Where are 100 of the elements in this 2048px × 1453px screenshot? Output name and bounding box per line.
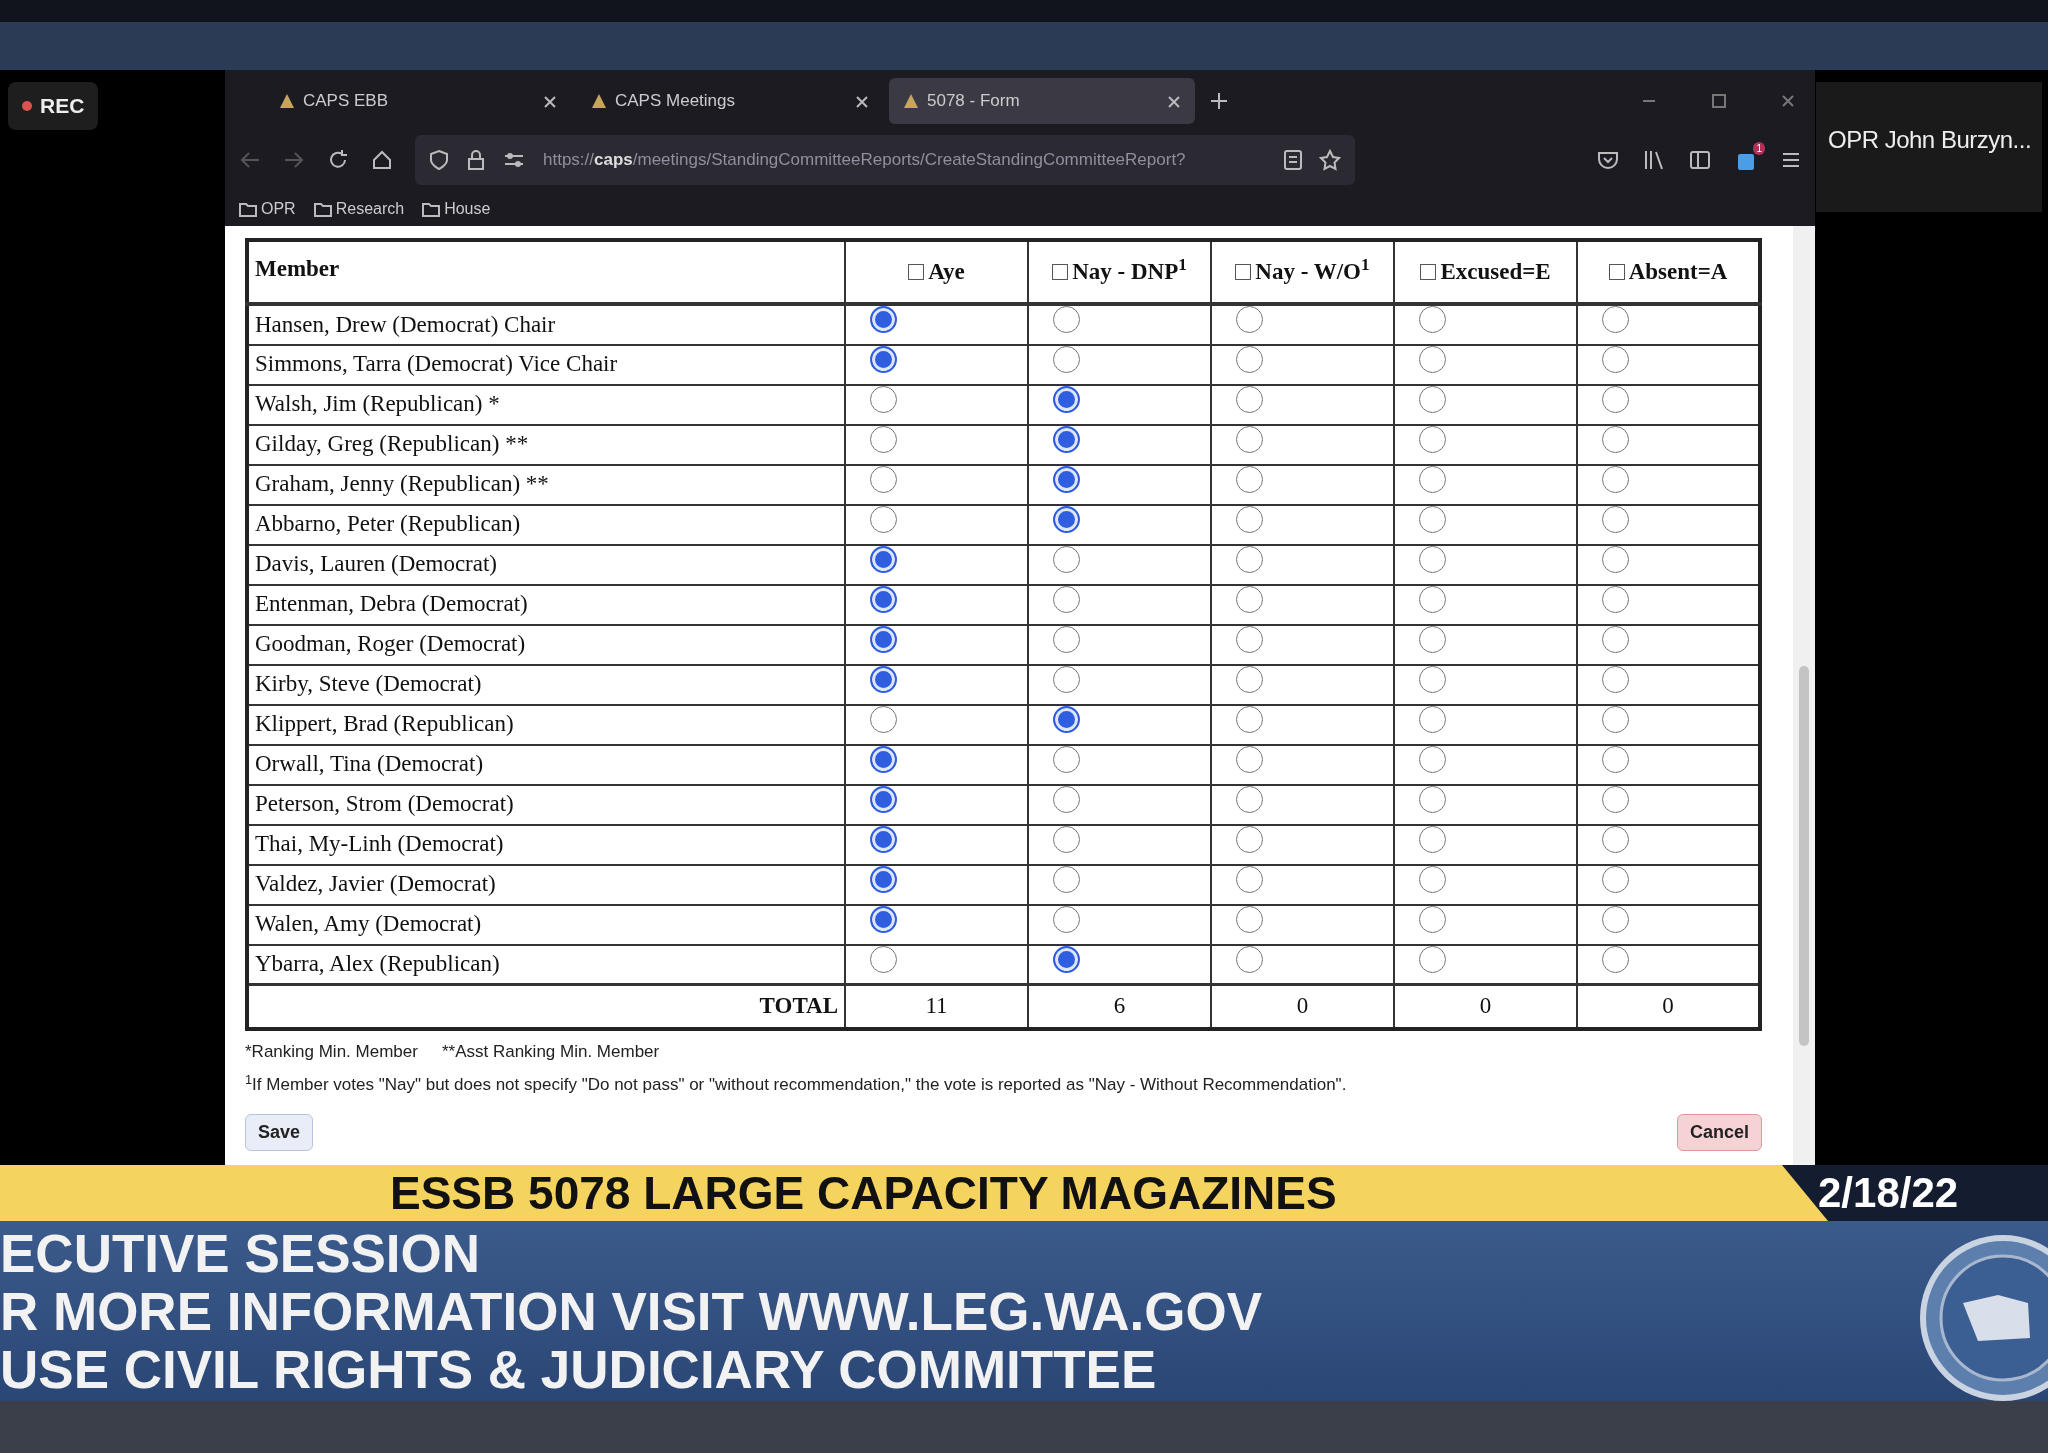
radio-button[interactable]: [1236, 785, 1263, 813]
radio-button[interactable]: [870, 625, 897, 653]
radio-button[interactable]: [1053, 825, 1080, 853]
radio-button[interactable]: [1602, 465, 1629, 493]
radio-button[interactable]: [1053, 385, 1080, 413]
radio-button[interactable]: [1236, 425, 1263, 453]
radio-button[interactable]: [1602, 505, 1629, 533]
radio-button[interactable]: [1419, 905, 1446, 933]
bookmark-folder[interactable]: House: [422, 197, 491, 221]
radio-button[interactable]: [1419, 625, 1446, 653]
reader-view-icon[interactable]: [1283, 149, 1303, 171]
pocket-icon[interactable]: [1597, 150, 1619, 170]
browser-tab[interactable]: 5078 - Form: [889, 78, 1195, 124]
radio-button[interactable]: [870, 545, 897, 573]
radio-button[interactable]: [1236, 345, 1263, 373]
radio-button[interactable]: [1602, 665, 1629, 693]
radio-button[interactable]: [1236, 585, 1263, 613]
close-icon[interactable]: [543, 94, 557, 109]
radio-button[interactable]: [1236, 745, 1263, 773]
radio-button[interactable]: [870, 585, 897, 613]
radio-button[interactable]: [1236, 905, 1263, 933]
radio-button[interactable]: [1053, 425, 1080, 453]
radio-button[interactable]: [870, 665, 897, 693]
close-icon[interactable]: [855, 94, 869, 109]
radio-button[interactable]: [1053, 705, 1080, 733]
home-icon[interactable]: [371, 149, 393, 171]
radio-button[interactable]: [1602, 905, 1629, 933]
radio-button[interactable]: [1053, 505, 1080, 533]
sidebar-icon[interactable]: [1689, 150, 1711, 170]
radio-button[interactable]: [1419, 705, 1446, 733]
bookmark-folder[interactable]: Research: [313, 197, 405, 221]
radio-button[interactable]: [1419, 585, 1446, 613]
radio-button[interactable]: [1602, 945, 1629, 973]
radio-button[interactable]: [870, 745, 897, 773]
close-icon[interactable]: [1781, 94, 1795, 108]
radio-button[interactable]: [1602, 745, 1629, 773]
checkbox[interactable]: [908, 264, 925, 280]
radio-button[interactable]: [1419, 545, 1446, 573]
radio-button[interactable]: [1053, 585, 1080, 613]
radio-button[interactable]: [1236, 465, 1263, 493]
radio-button[interactable]: [1053, 665, 1080, 693]
radio-button[interactable]: [870, 385, 897, 413]
radio-button[interactable]: [1602, 385, 1629, 413]
radio-button[interactable]: [870, 465, 897, 493]
radio-button[interactable]: [1419, 785, 1446, 813]
radio-button[interactable]: [1602, 545, 1629, 573]
radio-button[interactable]: [1602, 785, 1629, 813]
radio-button[interactable]: [1602, 825, 1629, 853]
radio-button[interactable]: [870, 825, 897, 853]
radio-button[interactable]: [1053, 625, 1080, 653]
radio-button[interactable]: [1053, 306, 1080, 333]
radio-button[interactable]: [1236, 945, 1263, 973]
radio-button[interactable]: [1053, 745, 1080, 773]
radio-button[interactable]: [870, 425, 897, 453]
radio-button[interactable]: [870, 905, 897, 933]
radio-button[interactable]: [1236, 865, 1263, 893]
radio-button[interactable]: [1053, 465, 1080, 493]
radio-button[interactable]: [1419, 425, 1446, 453]
checkbox[interactable]: [1420, 264, 1437, 280]
radio-button[interactable]: [1053, 545, 1080, 573]
checkbox[interactable]: [1235, 264, 1252, 280]
radio-button[interactable]: [870, 306, 897, 333]
browser-tab[interactable]: CAPS Meetings: [577, 78, 883, 124]
radio-button[interactable]: [1419, 745, 1446, 773]
maximize-icon[interactable]: [1711, 93, 1727, 109]
bookmark-folder[interactable]: OPR: [239, 197, 296, 221]
radio-button[interactable]: [1602, 345, 1629, 373]
radio-button[interactable]: [1419, 865, 1446, 893]
radio-button[interactable]: [1053, 905, 1080, 933]
radio-button[interactable]: [870, 785, 897, 813]
radio-button[interactable]: [1236, 385, 1263, 413]
radio-button[interactable]: [1236, 505, 1263, 533]
close-icon[interactable]: [1167, 94, 1181, 109]
radio-button[interactable]: [870, 505, 897, 533]
radio-button[interactable]: [1419, 385, 1446, 413]
radio-button[interactable]: [1419, 505, 1446, 533]
reload-icon[interactable]: [327, 149, 349, 171]
radio-button[interactable]: [1236, 545, 1263, 573]
radio-button[interactable]: [1602, 306, 1629, 333]
browser-tab[interactable]: CAPS EBB: [265, 78, 571, 124]
radio-button[interactable]: [1602, 585, 1629, 613]
radio-button[interactable]: [1236, 825, 1263, 853]
radio-button[interactable]: [1236, 625, 1263, 653]
radio-button[interactable]: [1053, 785, 1080, 813]
radio-button[interactable]: [1419, 825, 1446, 853]
radio-button[interactable]: [1236, 306, 1263, 333]
radio-button[interactable]: [1419, 465, 1446, 493]
radio-button[interactable]: [1602, 625, 1629, 653]
radio-button[interactable]: [1053, 945, 1080, 973]
radio-button[interactable]: [1602, 865, 1629, 893]
radio-button[interactable]: [870, 345, 897, 373]
radio-button[interactable]: [1236, 665, 1263, 693]
radio-button[interactable]: [1053, 345, 1080, 373]
checkbox[interactable]: [1608, 264, 1625, 280]
plus-icon[interactable]: [1209, 91, 1229, 111]
radio-button[interactable]: [1236, 705, 1263, 733]
radio-button[interactable]: [1053, 865, 1080, 893]
radio-button[interactable]: [1419, 665, 1446, 693]
radio-button[interactable]: [1419, 945, 1446, 973]
save-button[interactable]: Save: [245, 1113, 314, 1151]
